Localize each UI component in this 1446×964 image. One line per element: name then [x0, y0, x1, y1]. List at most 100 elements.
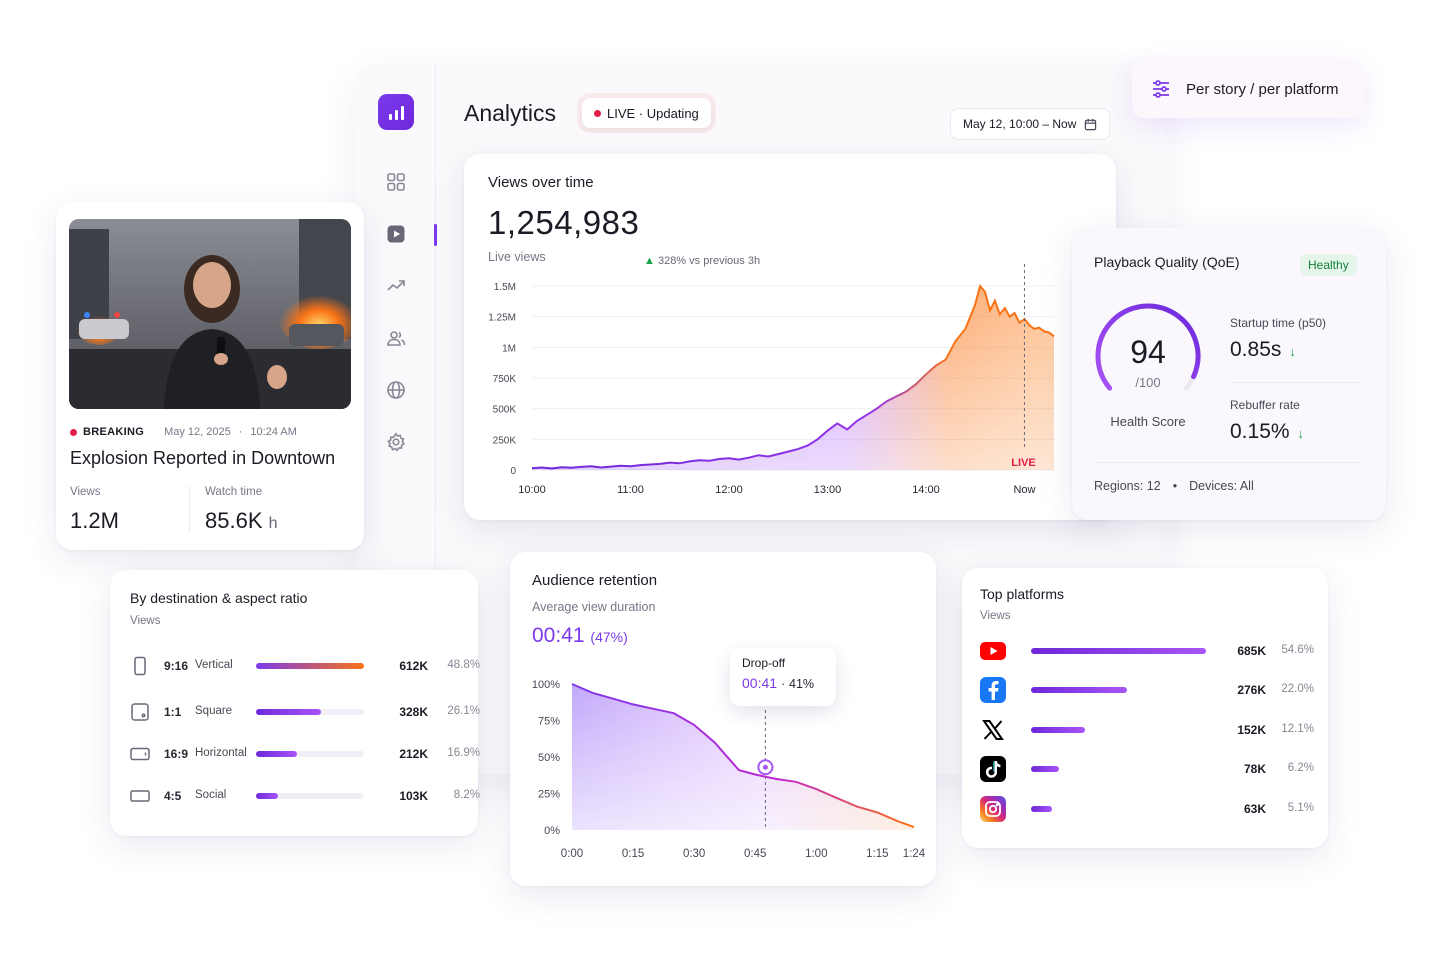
tiktok-icon [980, 756, 1006, 782]
story-thumbnail[interactable] [69, 219, 351, 409]
story-headline[interactable]: Explosion Reported in Downtown [70, 448, 335, 469]
meta-separator: · [238, 426, 243, 438]
destination-row[interactable]: 16:9 Horizontal 212K 16.9% [130, 742, 480, 766]
x-tick-label: 0:00 [561, 848, 583, 860]
story-date: May 12, 2025 [164, 426, 231, 438]
ratio-label: 4:5 [164, 789, 182, 803]
retention-chart[interactable]: 100% 75% 50% 25% 0%0:00 0:15 0:30 0:45 1:00 1:15 1… [510, 552, 936, 886]
ratio-label: 1:1 [164, 705, 182, 719]
views-value: 103K [399, 789, 428, 803]
platform-row[interactable]: 685K 54.6% [980, 638, 1316, 664]
users-icon[interactable] [384, 326, 408, 350]
views-over-time-card: Views over time 1,254,983 Live views ▲ 3… [464, 154, 1116, 520]
analytics-logo-icon[interactable] [378, 94, 414, 130]
drop-off-marker-dot [762, 764, 768, 770]
x-tick-label: 14:00 [912, 484, 940, 496]
story-views-value: 1.2M [70, 508, 119, 533]
live-status-pill[interactable]: LIVE · Updating [582, 98, 711, 128]
grid-icon[interactable] [384, 170, 408, 194]
x-tick-label: 10:00 [518, 484, 546, 496]
x-icon [980, 717, 1006, 743]
rebuffer-value: 0.15% [1230, 420, 1290, 443]
platform-views: 276K [1237, 683, 1266, 697]
destination-row[interactable]: 4:5 Social 103K 8.2% [130, 784, 480, 808]
share-track [256, 793, 364, 799]
share-track [256, 751, 364, 757]
date-range-picker[interactable]: May 12, 10:00 – Now [950, 108, 1111, 140]
x-tick-label: 1:00 [805, 848, 827, 860]
platform-share-bar [1031, 648, 1206, 654]
date-range-label: May 12, 10:00 – Now [963, 117, 1077, 131]
platform-views: 685K [1237, 644, 1266, 658]
watch-time-label: Watch time [205, 486, 263, 498]
square-icon [131, 703, 149, 721]
format-name: Square [195, 705, 233, 717]
platform-row[interactable]: 63K 5.1% [980, 796, 1316, 822]
platform-percent: 54.6% [1281, 644, 1314, 656]
youtube-icon [980, 638, 1006, 664]
story-time: 10:24 AM [250, 426, 297, 438]
platform-share-bar [1031, 687, 1128, 693]
x-tick-label: 11:00 [617, 484, 644, 496]
qoe-footer-divider [1094, 462, 1360, 463]
qoe-title: Playback Quality (QoE) [1094, 254, 1240, 270]
breaking-label: BREAKING [83, 426, 145, 438]
down-arrow-icon: ↓ [1297, 426, 1305, 441]
breaking-dot [70, 428, 77, 436]
platform-percent: 22.0% [1281, 683, 1314, 695]
destination-aspect-card: By destination & aspect ratio Views 9:16… [110, 570, 480, 836]
live-dot [594, 109, 601, 117]
x-tick-label: 13:00 [814, 484, 842, 496]
y-tick-label: 1.25M [488, 313, 516, 324]
destination-title: By destination & aspect ratio [130, 590, 308, 606]
footer-dot: • [1172, 479, 1178, 493]
format-name: Vertical [195, 659, 233, 671]
views-percent: 8.2% [453, 789, 480, 801]
platform-row[interactable]: 78K 6.2% [980, 756, 1316, 782]
phone-icon [134, 656, 146, 676]
settings-gear-icon[interactable] [384, 430, 408, 454]
tooltip-values: 00:41 · 41% [742, 675, 815, 691]
platform-share-bar [1031, 727, 1086, 733]
story-card[interactable]: BREAKING May 12, 2025 · 10:24 AM Explosi… [56, 202, 364, 550]
y-tick-label: 250K [493, 435, 517, 446]
views-chart[interactable]: 1.5M 1.25M 1M 750K 500K 250K 010:00 11:00 12:00 1… [464, 154, 1116, 520]
playback-quality-card: Playback Quality (QoE) Healthy 94 /100 H… [1072, 228, 1386, 520]
sliders-icon [1153, 80, 1169, 98]
y-tick-label: 0 [510, 466, 516, 477]
nav-active-indicator [434, 224, 437, 246]
startup-time-row: 0.85s ↓ [1230, 338, 1296, 362]
destination-row[interactable]: 1:1 Square 328K 26.1% [130, 700, 480, 724]
platform-row[interactable]: 276K 22.0% [980, 677, 1316, 703]
x-tick-label: Now [1013, 484, 1035, 496]
breaking-tag: BREAKING [70, 426, 144, 438]
watch-time-unit: h [268, 515, 278, 532]
video-icon[interactable] [384, 222, 408, 246]
y-tick-label: 500K [493, 405, 517, 416]
story-views-label: Views [70, 486, 101, 498]
rectangle-icon [130, 790, 150, 802]
destination-row[interactable]: 9:16 Vertical 612K 48.8% [130, 654, 480, 678]
stat-divider [189, 486, 190, 532]
trend-icon[interactable] [384, 274, 408, 298]
x-tick-label: 1:15 [866, 848, 888, 860]
platform-share-bar [1031, 766, 1059, 772]
x-tick-label: 1:24 [903, 848, 926, 860]
y-tick-label: 1M [502, 343, 516, 354]
share-bar [256, 663, 364, 669]
devices-filter: Devices: All [1189, 479, 1254, 493]
qoe-divider [1230, 382, 1360, 383]
share-track [256, 663, 364, 669]
x-tick-label: 12:00 [715, 484, 743, 496]
live-status-label: LIVE · Updating [607, 105, 699, 121]
share-track [256, 709, 364, 715]
views-value: 612K [399, 659, 428, 673]
health-score-label: Health Score [1110, 414, 1186, 429]
audience-retention-card: Audience retention Average view duration… [510, 552, 936, 886]
platform-share-bar [1031, 806, 1052, 812]
per-story-filter-button[interactable]: Per story / per platform [1132, 60, 1364, 118]
rebuffer-row: 0.15% ↓ [1230, 420, 1304, 444]
globe-icon[interactable] [384, 378, 408, 402]
platform-row[interactable]: 152K 12.1% [980, 717, 1316, 743]
down-arrow-icon: ↓ [1289, 344, 1296, 359]
